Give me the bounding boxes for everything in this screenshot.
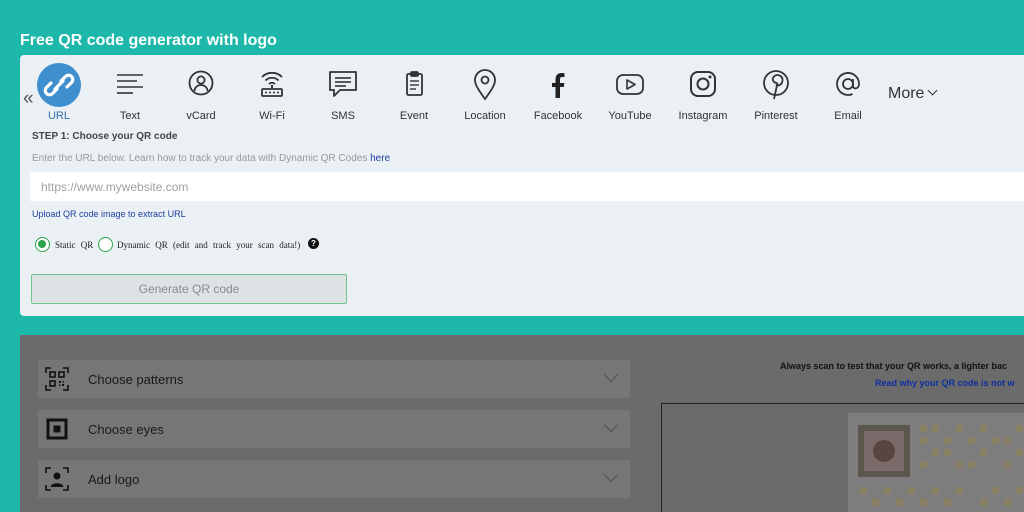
qr-type-label: Pinterest [754,110,798,122]
accordion-label: Add logo [88,472,140,487]
accordion-label: Choose patterns [88,372,184,387]
map-pin-icon [463,63,507,107]
qr-type-label: Text [119,110,141,122]
qr-type-pinterest[interactable]: Pinterest [741,63,811,122]
qr-type-label: Email [834,110,862,122]
static-qr-label: Static QR [55,240,94,250]
chevron-down-icon [928,85,938,96]
qr-type-email[interactable]: Email [813,63,883,122]
qr-type-wifi[interactable]: Wi-Fi [237,63,307,122]
qr-type-label: URL [47,110,70,122]
qr-type-event[interactable]: Event [379,63,449,122]
wifi-icon [250,63,294,107]
more-label: More [888,85,925,102]
dynamic-qr-link[interactable]: here [370,153,390,164]
upload-qr-image-link[interactable]: Upload QR code image to extract URL [32,209,186,219]
static-qr-radio[interactable] [35,237,50,252]
read-why-link[interactable]: Read why your QR code is not w [875,378,1015,388]
accordion-eyes[interactable]: Choose eyes [38,410,630,448]
chevron-down-icon [603,467,619,483]
qr-generator-card: « URL Text vCard Wi-Fi SMS Event Locatio… [20,55,1024,316]
qr-pattern-icon [45,367,69,391]
text-lines-icon [108,63,152,107]
qr-preview-area [848,413,1024,512]
qr-type-label: vCard [186,110,216,122]
qr-type-label: Event [399,110,429,122]
qr-type-label: Instagram [678,110,728,122]
qr-type-location[interactable]: Location [450,63,520,122]
more-types-button[interactable]: More [888,85,938,103]
dynamic-qr-label: Dynamic QR (edit and track your scan dat… [117,240,301,250]
url-hint-text: Enter the URL below. Learn how to track … [32,153,371,164]
accordion-label: Choose eyes [88,422,164,437]
qr-type-url[interactable]: URL [24,63,94,122]
page-title: Free QR code generator with logo [20,32,277,49]
qr-type-instagram[interactable]: Instagram [668,63,738,122]
facebook-icon [536,63,580,107]
pinterest-icon [754,63,798,107]
qr-type-youtube[interactable]: YouTube [595,63,665,122]
qr-type-label: Facebook [533,110,583,122]
qr-type-label: SMS [331,110,355,122]
qr-type-label: Location [464,110,506,122]
qr-type-label: YouTube [608,110,652,122]
design-panel: Choose patterns Choose eyes Add logo Alw… [20,335,1024,512]
url-input[interactable] [30,172,1024,201]
qr-type-sms[interactable]: SMS [308,63,378,122]
qr-type-facebook[interactable]: Facebook [523,63,593,122]
link-icon [37,63,81,107]
youtube-icon [608,63,652,107]
accordion-patterns[interactable]: Choose patterns [38,360,630,398]
qr-type-text[interactable]: Text [95,63,165,122]
url-hint: Enter the URL below. Learn how to track … [32,153,390,164]
add-logo-icon [45,467,69,491]
help-icon[interactable]: ? [308,238,319,249]
chat-bubble-icon [321,63,365,107]
step-title: STEP 1: Choose your QR code [32,131,178,142]
scan-note: Always scan to test that your QR works, … [780,361,1008,371]
qr-type-vcard[interactable]: vCard [166,63,236,122]
instagram-icon [681,63,725,107]
generate-qr-button[interactable]: Generate QR code [31,274,347,304]
chevron-down-icon [603,367,619,383]
qr-type-bar: « URL Text vCard Wi-Fi SMS Event Locatio… [20,63,1024,133]
clipboard-icon [392,63,436,107]
at-sign-icon [826,63,870,107]
accordion-logo[interactable]: Add logo [38,460,630,498]
person-icon [179,63,223,107]
qr-type-label: Wi-Fi [259,110,285,122]
qr-eye-icon [45,417,69,441]
chevron-down-icon [603,417,619,433]
dynamic-qr-radio[interactable] [98,237,113,252]
qr-code-preview [858,425,1023,506]
